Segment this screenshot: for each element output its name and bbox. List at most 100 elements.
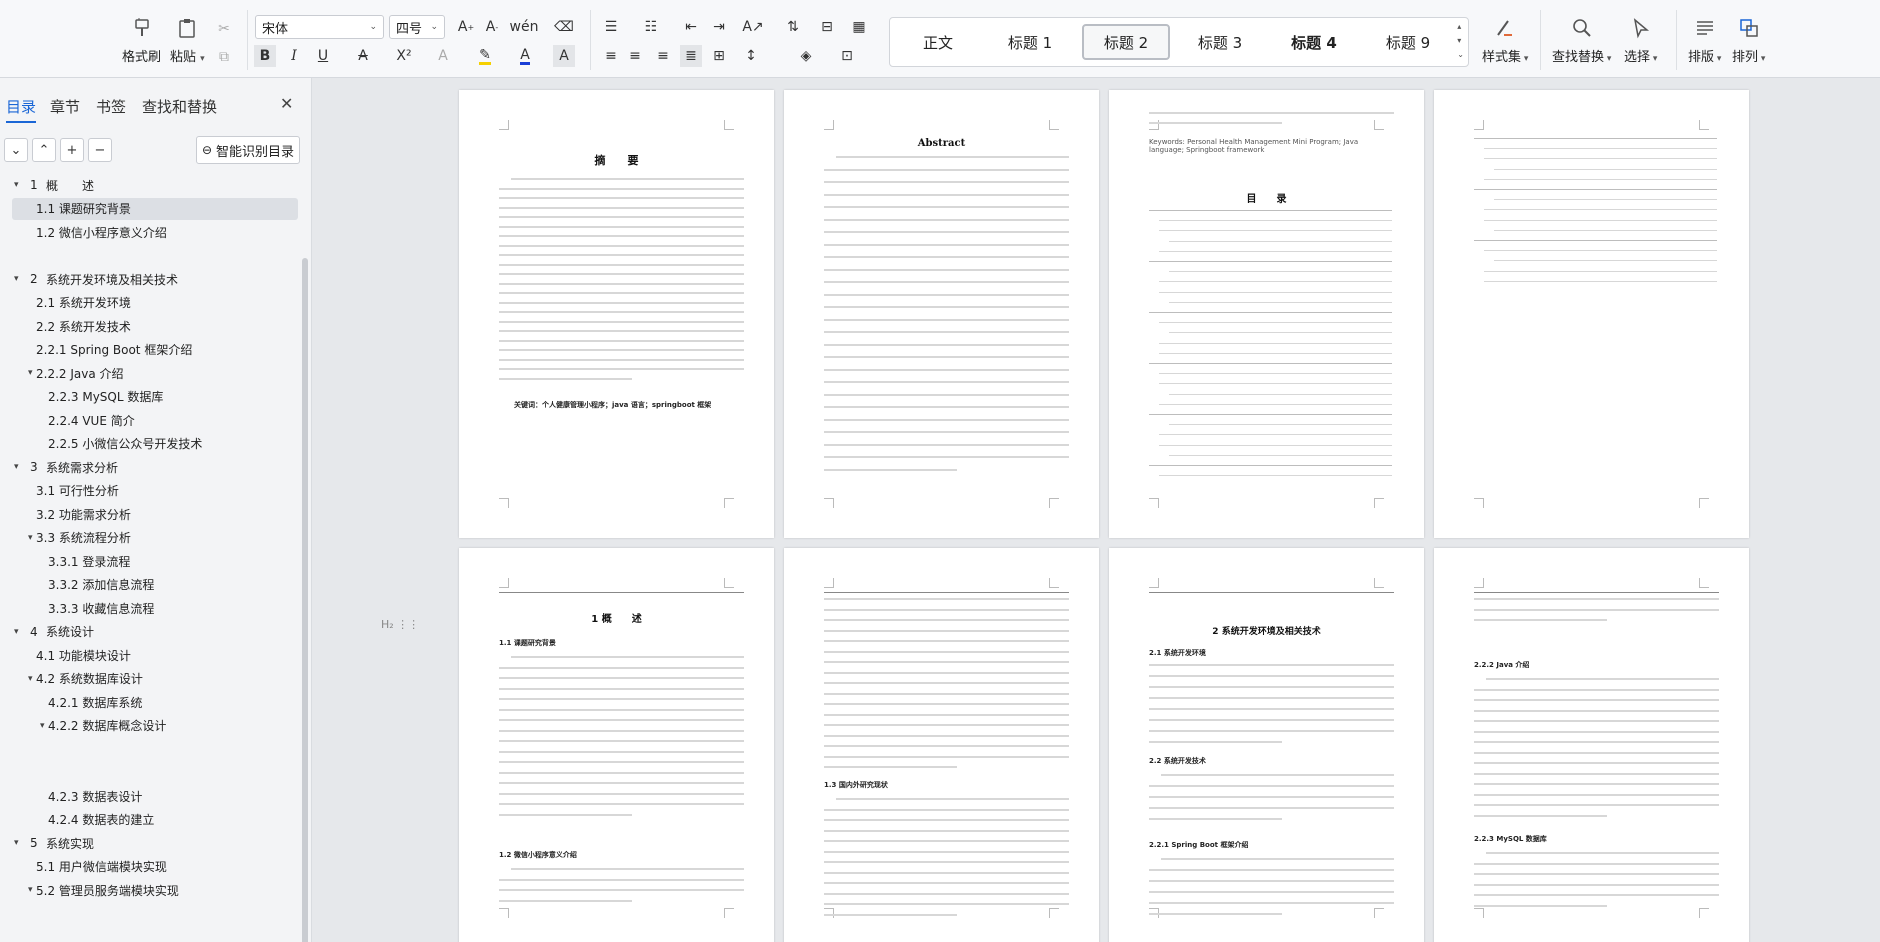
toc-item[interactable]: 3.3.1 登录流程 xyxy=(12,550,298,572)
style-heading-2[interactable]: 标题 2 xyxy=(1082,24,1170,60)
paste-button[interactable]: 粘贴 ▾ xyxy=(170,14,205,65)
toc-item[interactable]: 2.2.4 VUE 简介 xyxy=(12,409,298,431)
expand-arrow-icon[interactable]: ▾ xyxy=(40,721,45,731)
toc-item[interactable]: 4.2.3 数据表设计 xyxy=(12,785,298,807)
shrink-font-icon[interactable]: A- xyxy=(481,16,503,38)
collapse-all-button[interactable]: ⌄ xyxy=(4,138,28,162)
page-toc-cont[interactable] xyxy=(1434,90,1749,538)
toc-item[interactable]: ▾ 4.2.2 数据库概念设计 xyxy=(12,715,298,737)
toc-item[interactable]: ▾ 3.3 系统流程分析 xyxy=(12,527,298,549)
decrease-indent-icon[interactable]: ⇤ xyxy=(680,16,702,38)
justify-icon[interactable]: ≣ xyxy=(680,45,702,67)
show-marks-icon[interactable]: ⊟ xyxy=(816,16,838,38)
superscript-button[interactable]: X² xyxy=(393,45,415,67)
page-chapter-2[interactable]: 2 系统开发环境及相关技术 2.1 系统开发环境 2.2 系统开发技术 2.2.… xyxy=(1109,548,1424,942)
toc-item[interactable]: ▾ 2.2.2 Java 介绍 xyxy=(12,362,298,384)
toc-item[interactable] xyxy=(12,762,298,784)
toc-item[interactable]: ▾ 4 系统设计 xyxy=(12,621,298,643)
style-heading-9[interactable]: 标题 9 xyxy=(1364,24,1452,60)
toc-item[interactable] xyxy=(12,926,298,942)
page-chapter-2-cont[interactable]: 2.2.2 Java 介绍 2.2.3 MySQL 数据库 xyxy=(1434,548,1749,942)
copy-icon[interactable]: ⧉ xyxy=(213,46,235,68)
toc-item[interactable]: 2.2.5 小微信公众号开发技术 xyxy=(12,433,298,455)
clear-format-icon[interactable]: ⌫ xyxy=(553,16,575,38)
smart-toc-button[interactable]: ⊖ 智能识别目录 xyxy=(196,136,300,164)
toc-item[interactable]: 3.3.3 收藏信息流程 xyxy=(12,597,298,619)
toc-item[interactable]: ▾ 5 系统实现 xyxy=(12,832,298,854)
sidebar-scrollbar[interactable] xyxy=(302,258,308,942)
toc-item[interactable] xyxy=(12,738,298,760)
page-chapter-1[interactable]: 1 概 述 1.1 课题研究背景 1.2 微信小程序意义介绍 xyxy=(459,548,774,942)
style-heading-3[interactable]: 标题 3 xyxy=(1176,24,1264,60)
font-size-select[interactable]: 四号 ⌄ xyxy=(389,15,445,39)
bullet-list-icon[interactable]: ☰ xyxy=(600,16,622,38)
add-heading-button[interactable]: + xyxy=(60,138,84,162)
tab-toc[interactable]: 目录 xyxy=(6,96,37,123)
italic-button[interactable]: I xyxy=(283,45,305,67)
toc-item[interactable]: ▾ 2 系统开发环境及相关技术 xyxy=(12,268,298,290)
border-icon[interactable]: ⊡ xyxy=(836,45,858,67)
close-icon[interactable]: ✕ xyxy=(280,94,293,113)
expand-arrow-icon[interactable]: ▾ xyxy=(14,838,19,848)
toc-item[interactable]: 3.3.2 添加信息流程 xyxy=(12,574,298,596)
toc-item[interactable]: 4.2.1 数据库系统 xyxy=(12,691,298,713)
toc-item[interactable]: 2.2 系统开发技术 xyxy=(12,315,298,337)
gallery-scroll-icon[interactable]: ▴ ▾ ⌄ xyxy=(1457,20,1464,62)
highlight-icon[interactable]: ✎ xyxy=(474,45,496,67)
strikethrough-button[interactable]: A xyxy=(352,45,374,67)
style-heading-1[interactable]: 标题 1 xyxy=(986,24,1074,60)
expand-arrow-icon[interactable]: ▾ xyxy=(14,462,19,472)
grow-font-icon[interactable]: A + xyxy=(455,16,477,38)
toc-item[interactable]: ▾ 1 概 述 xyxy=(12,174,298,196)
tab-find-replace[interactable]: 查找和替换 xyxy=(142,96,217,117)
bold-button[interactable]: B xyxy=(254,45,276,67)
shading-icon[interactable]: ◈ xyxy=(795,45,817,67)
toc-item[interactable] xyxy=(12,903,298,925)
select-button[interactable]: 选择 ▾ xyxy=(1624,14,1657,65)
numbered-list-icon[interactable]: ☷ xyxy=(640,16,662,38)
toc-item[interactable] xyxy=(12,245,298,267)
format-painter-button[interactable]: 格式刷 xyxy=(122,14,161,65)
arrange-button[interactable]: 排列 ▾ xyxy=(1732,14,1765,65)
char-shading-icon[interactable]: A xyxy=(553,45,575,67)
underline-button[interactable]: U xyxy=(312,45,334,67)
layout-button[interactable]: 排版 ▾ xyxy=(1688,14,1721,65)
sort-icon[interactable]: ⇅ xyxy=(782,16,804,38)
toc-item[interactable]: 2.2.1 Spring Boot 框架介绍 xyxy=(12,339,298,361)
heading-style-icon[interactable]: H₂ ⋮⋮ xyxy=(381,618,419,631)
font-name-select[interactable]: 宋体 ⌄ xyxy=(255,15,384,39)
font-color-icon[interactable]: A xyxy=(514,45,536,67)
cut-icon[interactable]: ✂ xyxy=(213,18,235,40)
align-left-icon[interactable]: ≡ xyxy=(600,45,622,67)
toc-item[interactable]: 2.2.3 MySQL 数据库 xyxy=(12,386,298,408)
expand-arrow-icon[interactable]: ▾ xyxy=(28,368,33,378)
page-abstract-en[interactable]: Abstract xyxy=(784,90,1099,538)
expand-arrow-icon[interactable]: ▾ xyxy=(28,533,33,543)
style-heading-4[interactable]: 标题 4 xyxy=(1270,24,1358,60)
toc-item[interactable]: ▾ 3 系统需求分析 xyxy=(12,456,298,478)
table-icon[interactable]: ▦ xyxy=(848,16,870,38)
toc-item[interactable]: 3.2 功能需求分析 xyxy=(12,503,298,525)
distribute-icon[interactable]: ⊞ xyxy=(708,45,730,67)
tab-chapters[interactable]: 章节 xyxy=(50,96,80,117)
style-normal[interactable]: 正文 xyxy=(894,24,982,60)
document-canvas[interactable]: 摘 要 关键词：个人健康管理小程序；java 语言；springboot 框架 … xyxy=(313,78,1880,942)
page-abstract-cn[interactable]: 摘 要 关键词：个人健康管理小程序；java 语言；springboot 框架 xyxy=(459,90,774,538)
remove-heading-button[interactable]: − xyxy=(88,138,112,162)
find-replace-button[interactable]: 查找替换 ▾ xyxy=(1552,14,1611,65)
phonetic-guide-icon[interactable]: wén xyxy=(510,16,539,38)
expand-arrow-icon[interactable]: ▾ xyxy=(28,674,33,684)
increase-indent-icon[interactable]: ⇥ xyxy=(708,16,730,38)
toc-item[interactable]: 3.1 可行性分析 xyxy=(12,480,298,502)
toc-item[interactable]: ▾ 5.2 管理员服务端模块实现 xyxy=(12,879,298,901)
toc-item[interactable]: 1.1 课题研究背景 xyxy=(12,197,298,220)
text-effect-icon[interactable]: A xyxy=(432,45,454,67)
line-spacing-icon[interactable]: ↕ xyxy=(740,45,762,67)
align-center-icon[interactable]: ≡ xyxy=(624,45,646,67)
toc-item[interactable]: ▾ 4.2 系统数据库设计 xyxy=(12,668,298,690)
expand-arrow-icon[interactable]: ▾ xyxy=(14,180,19,190)
page-toc[interactable]: Keywords: Personal Health Management Min… xyxy=(1109,90,1424,538)
expand-arrow-icon[interactable]: ▾ xyxy=(14,274,19,284)
promote-button[interactable]: ⌃ xyxy=(32,138,56,162)
tab-bookmarks[interactable]: 书签 xyxy=(96,96,126,117)
